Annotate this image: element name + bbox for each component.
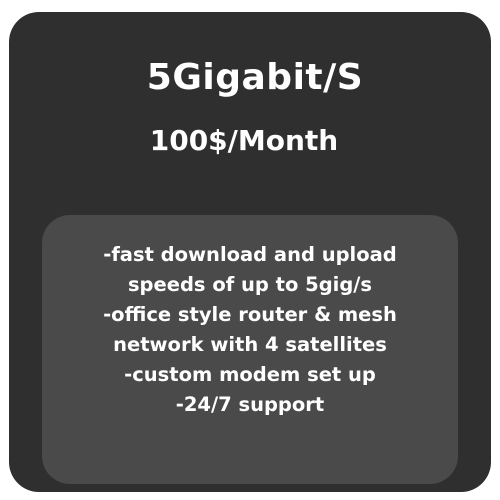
feature-line: -office style router & mesh <box>103 303 397 326</box>
feature-line: -custom modem set up <box>124 363 376 386</box>
plan-speed-title: 5Gigabit/S <box>146 57 364 98</box>
feature-line: -fast download and upload <box>103 243 397 266</box>
feature-line: network with 4 satellites <box>113 333 387 356</box>
feature-line: -24/7 support <box>175 393 325 416</box>
feature-line: speeds of up to 5gig/s <box>127 273 373 296</box>
features-panel: -fast download and upload speeds of up t… <box>42 215 458 484</box>
plan-card: 5Gigabit/S 100$/Month -fast download and… <box>9 12 491 492</box>
plan-price: 100$/Month <box>149 124 339 157</box>
